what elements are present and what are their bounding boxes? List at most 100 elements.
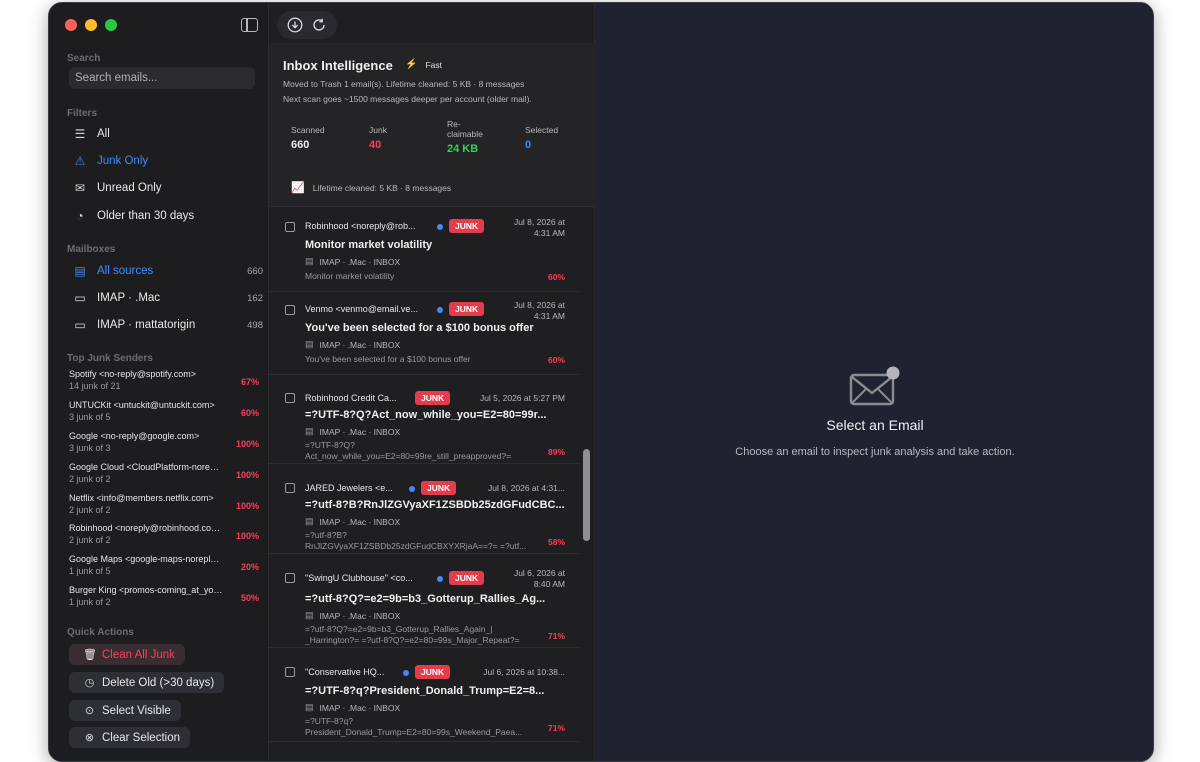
junk-badge: JUNK <box>421 481 457 495</box>
sender-junk-count: 3 junk of 3 <box>69 443 111 453</box>
filter-label: Older than 30 days <box>97 210 195 222</box>
filter-all[interactable]: ☰ All <box>73 125 263 143</box>
junk-sender-item[interactable]: Spotify <no-reply@spotify.com> 14 junk o… <box>69 369 259 397</box>
email-row[interactable]: "SwingU Clubhouse" <co... JUNK Jul 6, 20… <box>269 554 579 648</box>
envelope-icon: ✉ <box>74 181 86 195</box>
email-preview: =?utf-8?B? RnJlZGVyaXF1ZSBDb25zdGFudCBXY… <box>305 530 527 552</box>
clock-delete-icon: ◷ <box>84 677 95 689</box>
email-detail-pane: Select an Email Choose an email to inspe… <box>595 3 1153 761</box>
server-icon: ▤ <box>305 516 314 526</box>
junk-sender-item[interactable]: Google Maps <google-maps-noreply@google.… <box>69 554 259 582</box>
mailbox-imap-mattatorigin[interactable]: ▭ IMAP · mattatorigin 498 <box>73 316 263 334</box>
junk-sender-item[interactable]: Burger King <promos-coming_at_you@bk.com… <box>69 585 259 613</box>
junk-score: 71% <box>547 631 565 641</box>
sender-name: Google Cloud <CloudPlatform-noreply@goog… <box>69 462 223 472</box>
email-checkbox[interactable] <box>285 573 295 583</box>
email-source: ▤ IMAP · .Mac · INBOX <box>305 256 400 267</box>
stat-label: Junk <box>369 125 387 135</box>
email-row[interactable]: JARED Jewelers <e... JUNK Jul 8, 2026 at… <box>269 464 579 554</box>
scan-speed[interactable]: ⚡ Fast <box>405 59 442 70</box>
junk-badge: JUNK <box>415 665 451 679</box>
inbox-intelligence-panel: Inbox Intelligence ⚡ Fast Moved to Trash… <box>269 43 595 207</box>
message-list-pane: Inbox Intelligence ⚡ Fast Moved to Trash… <box>269 3 595 761</box>
stat-label: Selected <box>525 125 559 135</box>
email-row[interactable]: Robinhood Credit Ca... JUNK Jul 5, 2026 … <box>269 374 579 464</box>
source-label: IMAP · .Mac · INBOX <box>319 339 401 350</box>
filter-unread-only[interactable]: ✉ Unread Only <box>73 179 263 197</box>
source-label: IMAP · .Mac · INBOX <box>319 426 401 437</box>
button-label: Delete Old (>30 days) <box>102 676 215 689</box>
email-subject: You've been selected for a $100 bonus of… <box>305 322 534 334</box>
email-checkbox[interactable] <box>285 393 295 403</box>
email-checkbox[interactable] <box>285 667 295 677</box>
status-line: Next scan goes ~1500 messages deeper per… <box>283 94 532 104</box>
sender-junk-percent: 100% <box>235 439 259 449</box>
zoom-window-button[interactable] <box>105 19 117 31</box>
filter-older-than-30-days[interactable]: ◔ Older than 30 days <box>73 207 263 225</box>
email-row[interactable]: "Conservative HQ... JUNK Jul 6, 2026 at … <box>269 648 579 742</box>
sender-junk-count: 2 junk of 2 <box>69 474 111 484</box>
delete-old-button[interactable]: ◷ Delete Old (>30 days) <box>69 672 225 693</box>
email-row[interactable]: Robinhood <noreply@rob... JUNK Jul 8, 20… <box>269 208 579 292</box>
junk-sender-item[interactable]: Google Cloud <CloudPlatform-noreply@goog… <box>69 462 259 490</box>
email-date: Jul 5, 2026 at 5:27 PM <box>479 393 565 403</box>
email-from: JARED Jewelers <e... <box>305 483 393 493</box>
email-from: "SwingU Clubhouse" <co... <box>305 573 413 583</box>
search-input[interactable] <box>69 67 255 89</box>
source-label: IMAP · .Mac · INBOX <box>319 610 401 621</box>
app-window: Search Filters ☰ All ⚠ Junk Only ✉ Unrea… <box>48 2 1154 762</box>
select-visible-button[interactable]: ⊙ Select Visible <box>69 700 181 721</box>
filter-label: Unread Only <box>97 182 162 194</box>
email-row[interactable]: Venmo <venmo@email.ve... JUNK Jul 8, 202… <box>269 291 579 375</box>
junk-sender-item[interactable]: Robinhood <noreply@robinhood.com> 2 junk… <box>69 523 259 551</box>
email-preview: =?UTF-8?Q? Act_now_while_you=E2=80=99re_… <box>305 440 512 462</box>
close-window-button[interactable] <box>65 19 77 31</box>
mailbox-label: IMAP · mattatorigin <box>97 319 196 331</box>
sender-junk-percent: 100% <box>235 531 259 541</box>
speed-icon: ⚡ <box>405 59 418 70</box>
lifetime-cleaned: 📈 Lifetime cleaned: 5 KB · 8 messages <box>291 181 451 194</box>
email-checkbox[interactable] <box>285 305 295 315</box>
stat-value: 660 <box>291 139 310 152</box>
server-icon: ▤ <box>305 256 314 266</box>
sender-junk-count: 3 junk of 5 <box>69 412 111 422</box>
stat-selected: Selected 0 <box>525 125 558 151</box>
tray-icon: ▤ <box>74 264 86 278</box>
sender-junk-percent: 60% <box>240 408 259 418</box>
email-source: ▤ IMAP · .Mac · INBOX <box>305 610 400 621</box>
mailbox-label: IMAP · .Mac <box>97 292 161 304</box>
junk-sender-item[interactable]: UNTUCKit <untuckit@untuckit.com> 3 junk … <box>69 400 259 428</box>
sender-junk-percent: 100% <box>235 501 259 511</box>
refresh-icon[interactable] <box>310 16 328 34</box>
mailbox-imap-mac[interactable]: ▭ IMAP · .Mac 162 <box>73 289 263 307</box>
clear-selection-button[interactable]: ⊗ Clear Selection <box>69 727 190 748</box>
button-label: Clean All Junk <box>102 648 175 661</box>
quick-actions-section-title: Quick Actions <box>67 627 134 638</box>
clean-all-junk-button[interactable]: 🗑 Clean All Junk <box>69 644 185 665</box>
email-preview: =?UTF-8?q? President_Donald_Trump=E2=80=… <box>305 716 523 738</box>
mailbox-all-sources[interactable]: ▤ All sources 660 <box>73 262 263 280</box>
sidebar-toggle-icon[interactable] <box>241 18 258 32</box>
stat-value: 24 KB <box>447 143 479 156</box>
stat-label: Re- claimable <box>447 119 483 140</box>
email-subject: =?utf-8?B?RnJlZGVyaXF1ZSBDb25zdGFudCBC..… <box>305 499 565 511</box>
email-checkbox[interactable] <box>285 222 295 232</box>
warning-icon: ⚠ <box>74 154 86 168</box>
filters-section-title: Filters <box>67 108 98 119</box>
junk-sender-item[interactable]: Netflix <info@members.netflix.com> 2 jun… <box>69 493 259 521</box>
minimize-window-button[interactable] <box>85 19 97 31</box>
junk-score: 71% <box>547 723 565 733</box>
email-date: Jul 6, 2026 at 8:40 AM <box>513 568 565 590</box>
mailbox-count: 498 <box>247 319 263 331</box>
unread-indicator <box>437 307 443 313</box>
filter-junk-only[interactable]: ⚠ Junk Only <box>73 152 263 170</box>
source-label: IMAP · .Mac · INBOX <box>319 516 401 527</box>
sender-junk-percent: 67% <box>240 377 259 387</box>
server-icon: ▤ <box>305 702 314 712</box>
email-date: Jul 6, 2026 at 10:38... <box>483 667 565 677</box>
mailbox-count: 162 <box>247 292 263 304</box>
junk-sender-item[interactable]: Google <no-reply@google.com> 3 junk of 3… <box>69 431 259 459</box>
sender-name: Google Maps <google-maps-noreply@google.… <box>69 554 223 564</box>
email-checkbox[interactable] <box>285 483 295 493</box>
download-icon[interactable] <box>286 16 304 34</box>
